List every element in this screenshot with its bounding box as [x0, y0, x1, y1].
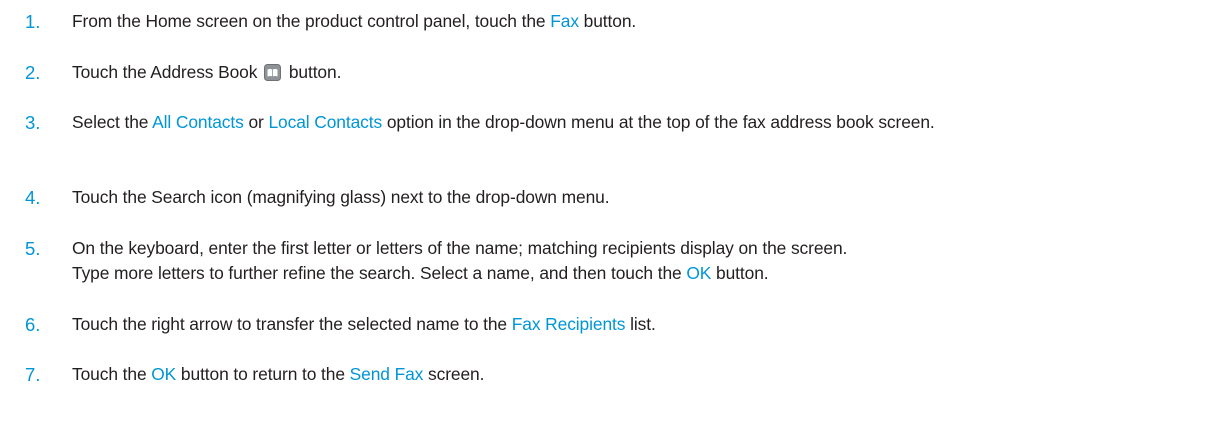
step-number: 5.: [25, 238, 41, 259]
step-text: On the keyboard, enter the first letter …: [72, 238, 848, 283]
step-number: 6.: [25, 314, 41, 335]
step-text: Touch the right arrow to transfer the se…: [72, 314, 656, 334]
step-number: 7.: [25, 364, 41, 385]
ok-link[interactable]: OK: [686, 263, 711, 283]
local-contacts-link[interactable]: Local Contacts: [268, 112, 382, 132]
all-contacts-link[interactable]: All Contacts: [152, 112, 244, 132]
step-text: Touch the Address Book button.: [72, 62, 342, 82]
instruction-steps: 1. From the Home screen on the product c…: [0, 0, 1208, 435]
fax-link[interactable]: Fax: [550, 11, 579, 31]
send-fax-link[interactable]: Send Fax: [350, 364, 424, 384]
step-number: 2.: [25, 62, 41, 83]
ok-link[interactable]: OK: [151, 364, 176, 384]
step-text: Select the All Contacts or Local Contact…: [72, 112, 935, 132]
step-text: Touch the Search icon (magnifying glass)…: [72, 187, 610, 207]
fax-recipients-link[interactable]: Fax Recipients: [512, 314, 626, 334]
step-text: From the Home screen on the product cont…: [72, 11, 637, 31]
step-number: 1.: [25, 11, 41, 32]
step-text: Touch the OK button to return to the Sen…: [72, 364, 485, 384]
step-number: 4.: [25, 187, 41, 208]
step-number: 3.: [25, 112, 41, 133]
address-book-icon: [264, 63, 282, 81]
